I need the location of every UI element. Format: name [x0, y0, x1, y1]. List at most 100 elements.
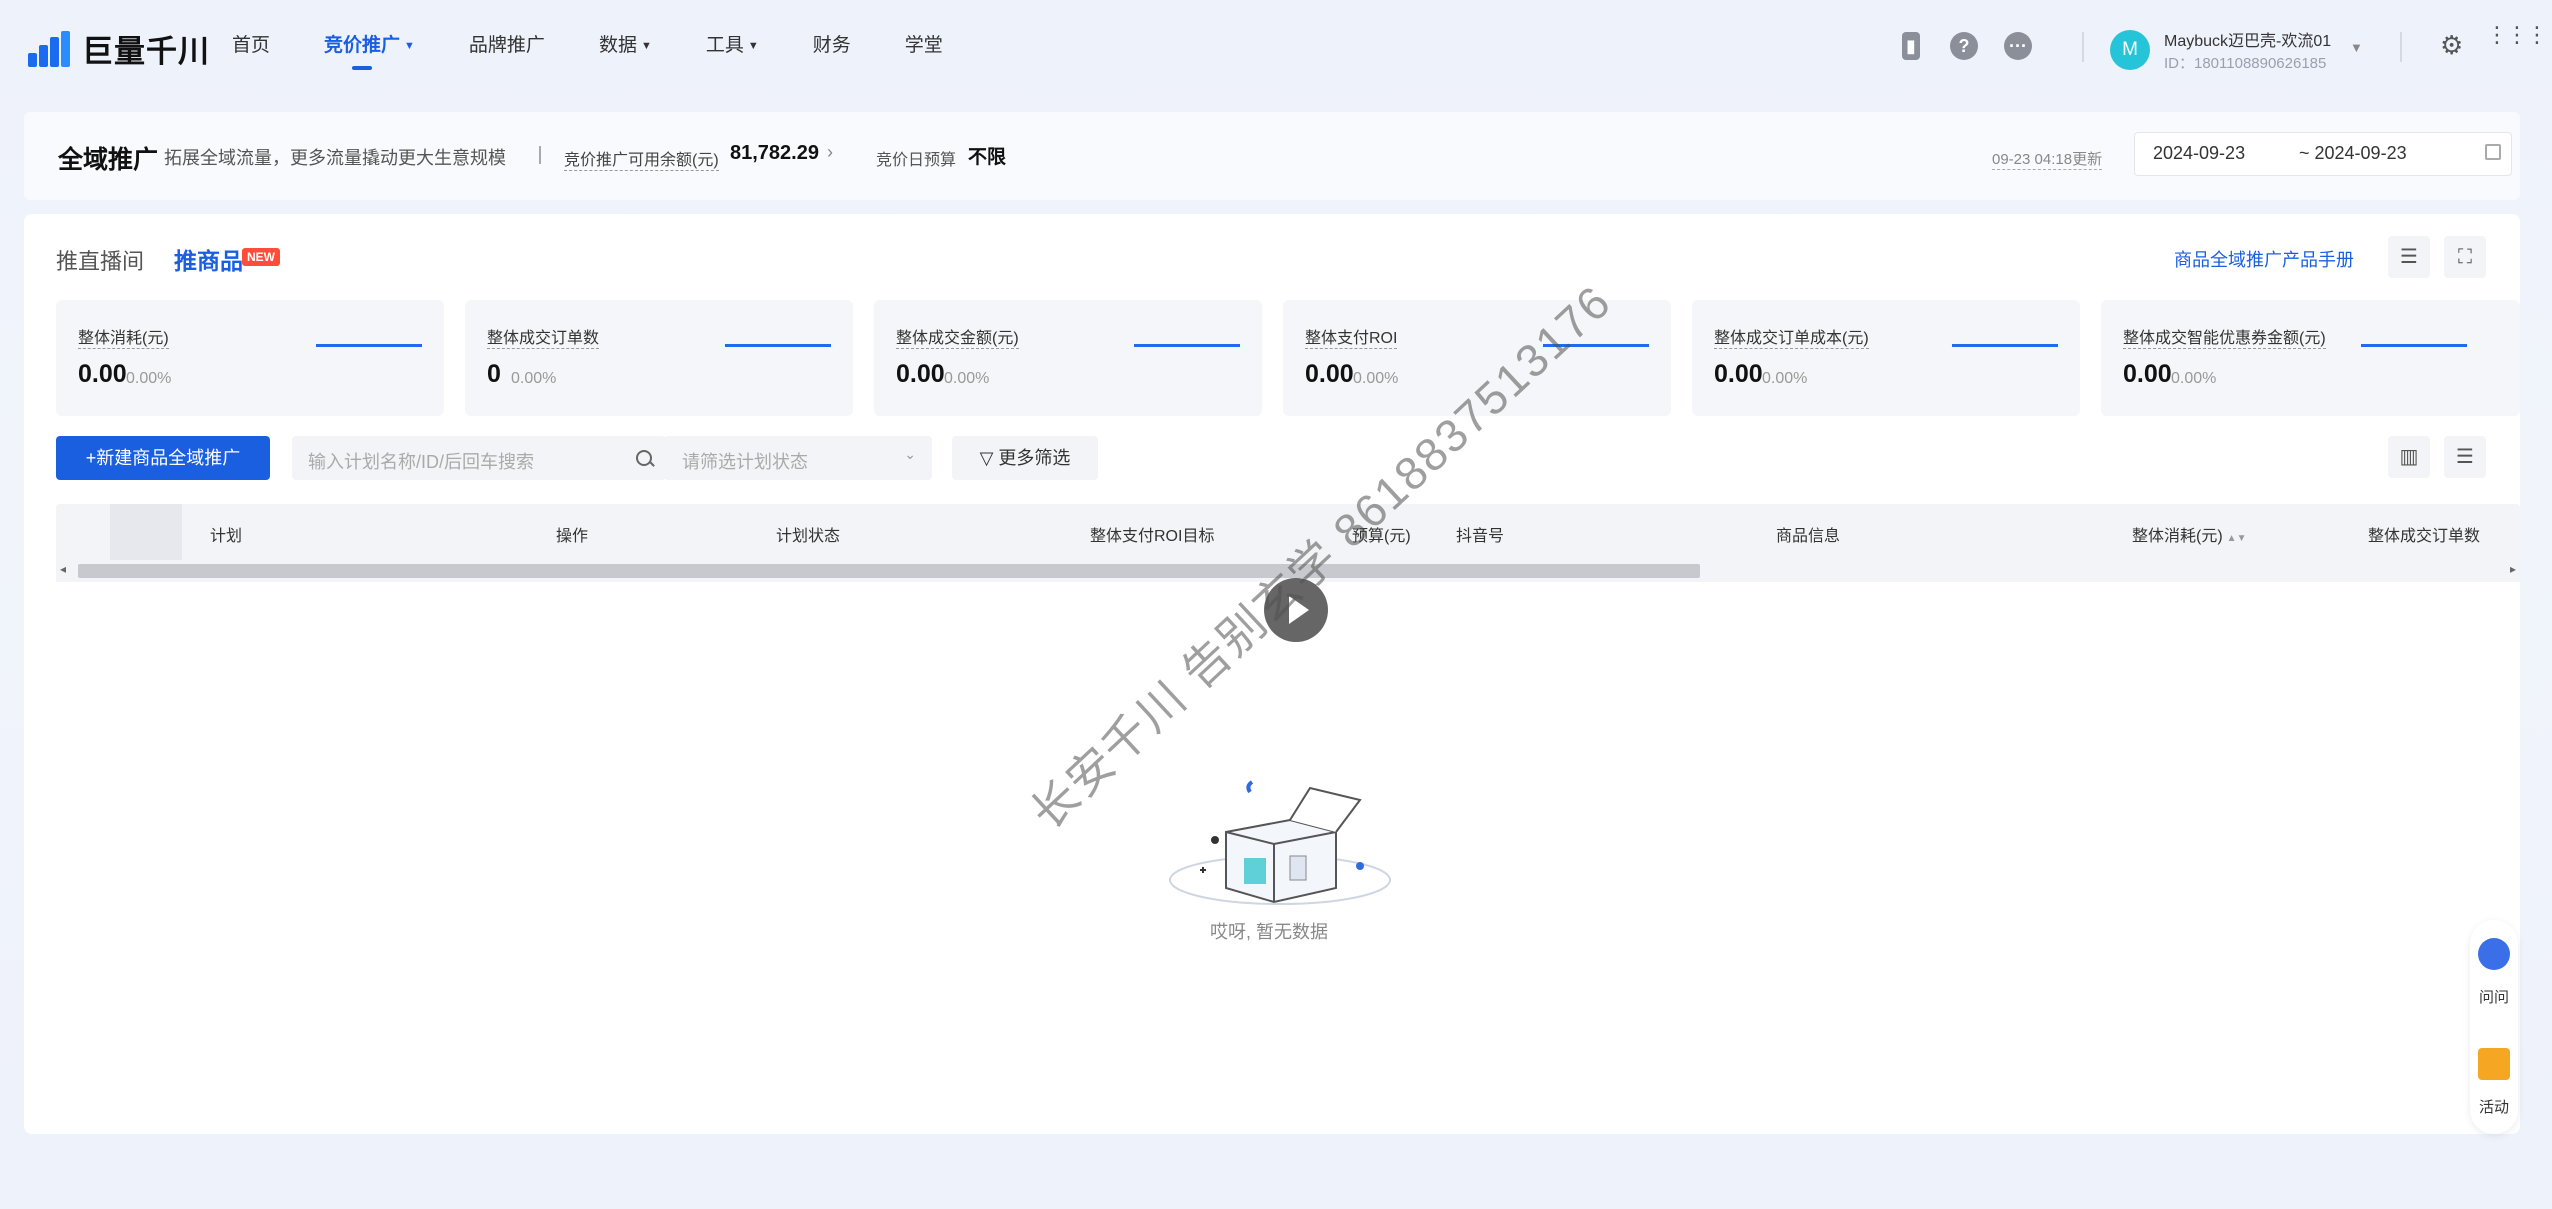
- nav-item-data[interactable]: 数据 ▼: [599, 30, 652, 57]
- column-settings-icon[interactable]: ▥: [2388, 436, 2430, 478]
- kpi-card[interactable]: 整体成交智能优惠券金额(元) 0.00 0.00%: [2101, 300, 2520, 416]
- kpi-trend-line: [2361, 344, 2467, 347]
- kpi-card[interactable]: 整体消耗(元) 0.00 0.00%: [56, 300, 444, 416]
- kpi-value: 0.00: [2123, 360, 2172, 388]
- nav-right: ▮ ? ··· M Maybuck迈巴壳-欢流01 ID：18011088906…: [1890, 22, 2548, 72]
- floating-assistant-panel: 问问 活动: [2470, 920, 2518, 1134]
- settings-icon[interactable]: ⚙: [2440, 30, 2463, 61]
- search-icon[interactable]: [636, 450, 652, 466]
- chevron-down-icon: ⌄: [904, 446, 916, 462]
- date-end[interactable]: ~ 2024-09-23: [2299, 143, 2407, 164]
- kpi-trend-line: [316, 344, 422, 347]
- kpi-percent: 0.00%: [126, 370, 172, 387]
- scroll-right-icon[interactable]: ▸: [2510, 562, 2516, 576]
- column-header: 操作: [556, 528, 589, 545]
- kpi-card[interactable]: 整体成交订单成本(元) 0.00 0.00%: [1692, 300, 2080, 416]
- nav-item-tools[interactable]: 工具 ▼: [706, 30, 759, 57]
- kpi-label: 整体支付ROI: [1305, 324, 1398, 349]
- ask-label[interactable]: 问问: [2470, 986, 2518, 1007]
- column-header: 整体支付ROI目标: [1090, 528, 1215, 545]
- gift-icon[interactable]: [2478, 1048, 2510, 1080]
- sort-icon[interactable]: ▲▼: [2227, 533, 2247, 544]
- search-placeholder: 输入计划名称/ID/后回车搜索: [308, 452, 535, 472]
- column-header[interactable]: 计划: [210, 522, 242, 546]
- page-title: 全域推广: [58, 146, 159, 174]
- top-nav: 巨量千川 首页 竞价推广 ▼ 品牌推广 数据 ▼ 工具 ▼ 财务 学堂 ▮ ? ···…: [0, 0, 2552, 92]
- chevron-down-icon: ▼: [404, 40, 415, 52]
- divider: [2082, 32, 2084, 62]
- kpi-trend-line: [725, 344, 831, 347]
- kpi-value: 0.00: [78, 360, 127, 388]
- logo-icon: [28, 30, 72, 67]
- product-manual-link[interactable]: 商品全域推广产品手册: [2174, 246, 2354, 272]
- apps-grid-icon[interactable]: ⋮⋮⋮: [2486, 24, 2548, 46]
- kpi-trend-line: [1952, 344, 2058, 347]
- nav-item-brand[interactable]: 品牌推广: [469, 30, 545, 57]
- column-header: 商品信息: [1776, 528, 1841, 545]
- divider: [2400, 32, 2402, 62]
- robot-assistant-icon[interactable]: [2478, 938, 2510, 970]
- date-range-picker[interactable]: 2024-09-23 ~ 2024-09-23: [2134, 132, 2512, 176]
- budget-value[interactable]: 不限: [968, 142, 1006, 169]
- kpi-label: 整体成交智能优惠券金额(元): [2123, 324, 2326, 349]
- new-goods-promotion-button[interactable]: +新建商品全域推广: [56, 436, 270, 480]
- column-header: 计划状态: [776, 528, 841, 545]
- chevron-right-icon[interactable]: ›: [827, 142, 833, 163]
- promotion-header: 全域推广 拓展全域流量，更多流量撬动更大生意规模 竞价推广可用余额(元) 81,…: [24, 112, 2520, 200]
- kpi-value: 0: [487, 360, 501, 388]
- update-time: 09-23 04:18更新: [1992, 148, 2103, 170]
- table-settings-icon[interactable]: ☰: [2444, 436, 2486, 478]
- kpi-value: 0.00: [1714, 360, 1763, 388]
- kpi-label: 整体成交订单成本(元): [1714, 324, 1869, 349]
- tab-goods[interactable]: 推商品: [174, 242, 243, 276]
- kpi-card[interactable]: 整体成交订单数 0 0.00%: [465, 300, 853, 416]
- new-badge: NEW: [242, 248, 280, 266]
- brand-name: 巨量千川: [82, 34, 210, 69]
- select-all-checkbox[interactable]: [110, 504, 182, 560]
- kpi-percent: 0.00%: [944, 370, 990, 387]
- plan-search-input[interactable]: 输入计划名称/ID/后回车搜索: [292, 436, 666, 480]
- scroll-left-icon[interactable]: ◂: [60, 562, 66, 576]
- activity-label[interactable]: 活动: [2470, 1096, 2518, 1117]
- phone-icon[interactable]: ▮: [1902, 32, 1920, 60]
- balance-label: 竞价推广可用余额(元): [564, 146, 719, 171]
- account-name[interactable]: Maybuck迈巴壳-欢流01: [2164, 27, 2331, 51]
- nav-item-finance[interactable]: 财务: [813, 30, 851, 57]
- budget-label: 竞价日预算: [876, 152, 957, 169]
- nav-item-academy[interactable]: 学堂: [905, 30, 943, 57]
- status-placeholder: 请筛选计划状态: [682, 452, 808, 472]
- date-start[interactable]: 2024-09-23: [2153, 143, 2245, 164]
- help-icon[interactable]: ?: [1950, 32, 1978, 60]
- nav-item-bidding[interactable]: 竞价推广 ▼: [324, 30, 415, 70]
- empty-state-text: 哎呀, 暂无数据: [1210, 922, 1329, 942]
- kpi-card[interactable]: 整体成交金额(元) 0.00 0.00%: [874, 300, 1262, 416]
- chevron-down-icon: ▼: [747, 40, 759, 52]
- message-icon[interactable]: ···: [2004, 32, 2032, 60]
- filter-settings-icon[interactable]: ☰: [2388, 236, 2430, 278]
- account-id: ID：1801108890626185: [2164, 55, 2327, 72]
- page-subtitle: 拓展全域流量，更多流量撬动更大生意规模: [164, 148, 506, 168]
- calendar-icon: [2485, 144, 2501, 160]
- kpi-percent: 0.00%: [1353, 370, 1399, 387]
- plan-status-select[interactable]: 请筛选计划状态 ⌄: [664, 436, 932, 480]
- tab-live-room[interactable]: 推直播间: [56, 244, 144, 276]
- nav-item-home[interactable]: 首页: [232, 30, 270, 57]
- fullscreen-icon[interactable]: ⛶: [2444, 236, 2486, 278]
- kpi-value: 0.00: [1305, 360, 1354, 388]
- chevron-down-icon[interactable]: ▼: [2350, 40, 2363, 55]
- kpi-label: 整体消耗(元): [78, 324, 169, 349]
- column-header-sortable[interactable]: 整体消耗(元) ▲▼: [2132, 522, 2246, 546]
- kpi-label: 整体成交订单数: [487, 324, 600, 349]
- scrollbar-thumb[interactable]: [78, 564, 1700, 578]
- empty-box-illustration: [1169, 780, 1391, 905]
- divider: [539, 146, 541, 164]
- filter-icon: ▽: [979, 448, 999, 468]
- more-filter-button[interactable]: ▽ 更多筛选: [952, 436, 1098, 480]
- column-header: 抖音号: [1456, 528, 1505, 545]
- brand-logo[interactable]: 巨量千川: [28, 26, 210, 71]
- avatar[interactable]: M: [2110, 30, 2150, 70]
- main-card: 推直播间 推商品 NEW 商品全域推广产品手册 ☰ ⛶ 整体消耗(元) 0.00…: [24, 214, 2520, 1134]
- kpi-label: 整体成交金额(元): [896, 324, 1019, 349]
- kpi-row: 整体消耗(元) 0.00 0.00% 整体成交订单数 0 0.00% 整体成交金…: [56, 300, 2520, 416]
- chevron-down-icon: ▼: [640, 40, 652, 52]
